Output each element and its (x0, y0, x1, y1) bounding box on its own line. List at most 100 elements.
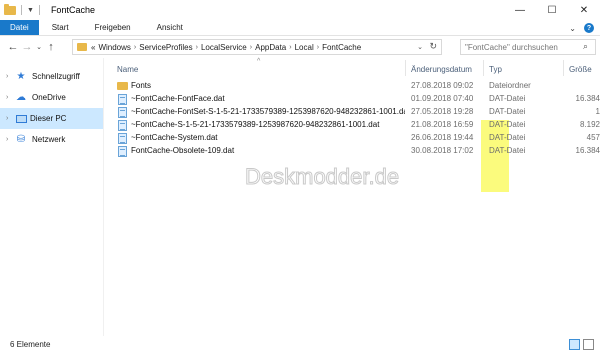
chevron-right-icon[interactable]: › (6, 136, 14, 143)
sidebar-item-label: Schnellzugriff (32, 72, 80, 81)
file-icon (118, 146, 127, 157)
title-bar: ▼ FontCache — ☐ ✕ (0, 0, 600, 20)
ribbon-tabs: Datei Start Freigeben Ansicht ⌄ ? (0, 20, 600, 36)
window-controls: — ☐ ✕ (504, 0, 600, 20)
chevron-down-icon[interactable]: ⌄ (569, 24, 576, 33)
breadcrumb-localservice[interactable]: LocalService (201, 43, 247, 52)
breadcrumb-appdata[interactable]: AppData (255, 43, 286, 52)
file-size: 8.192 (579, 120, 600, 129)
folder-icon (4, 3, 16, 15)
back-arrow-icon[interactable]: ← (6, 41, 20, 53)
tab-datei[interactable]: Datei (0, 20, 39, 35)
sidebar-item-onedrive[interactable]: › ☁ OneDrive (0, 87, 103, 108)
table-row[interactable]: FontCache-Obsolete-109.dat 30.08.2018 17… (105, 145, 600, 157)
up-arrow-icon[interactable]: ↑ (44, 41, 58, 53)
help-icon[interactable]: ? (584, 23, 594, 33)
table-row[interactable]: ~FontCache-FontSet-S-1-5-21-1733579389-1… (105, 106, 600, 118)
tab-ansicht[interactable]: Ansicht (144, 20, 196, 35)
file-date: 21.08.2018 16:59 (411, 120, 474, 129)
column-divider[interactable] (563, 60, 564, 76)
divider (38, 5, 40, 15)
sidebar-item-label: OneDrive (32, 93, 66, 102)
file-type: Dateiordner (489, 81, 531, 90)
file-list: ^ Name Änderungsdatum Typ Größe Fonts 27… (105, 58, 600, 336)
file-name: ~FontCache-FontSet-S-1-5-21-1733579389-1… (131, 107, 405, 116)
file-name: Fonts (131, 81, 152, 90)
file-icon (118, 94, 127, 105)
sidebar-item-label: Netzwerk (32, 135, 66, 144)
navigation-bar: ← → ⌄ ↑ « Windows › ServiceProfiles › Lo… (0, 36, 600, 58)
close-button[interactable]: ✕ (568, 0, 600, 20)
recent-locations-chevron-icon[interactable]: ⌄ (34, 43, 44, 51)
breadcrumb-separator[interactable]: › (196, 44, 198, 51)
table-row[interactable]: ~FontCache-FontFace.dat 01.09.2018 07:40… (105, 93, 600, 105)
chevron-down-icon[interactable]: ⌄ (417, 43, 423, 51)
star-icon: ★ (16, 71, 26, 82)
breadcrumb-serviceprofiles[interactable]: ServiceProfiles (139, 43, 192, 52)
column-header-size[interactable]: Größe (569, 62, 592, 76)
column-header-type[interactable]: Typ (489, 62, 502, 76)
file-name: ~FontCache-FontFace.dat (131, 94, 225, 103)
breadcrumb-separator[interactable]: › (289, 44, 291, 51)
sidebar-item-netzwerk[interactable]: › ⛁ Netzwerk (0, 129, 103, 150)
column-header-name[interactable]: Name (117, 62, 138, 76)
folder-icon (77, 43, 87, 51)
minimize-button[interactable]: — (504, 0, 536, 20)
search-input[interactable] (460, 39, 596, 55)
address-bar[interactable]: « Windows › ServiceProfiles › LocalServi… (72, 39, 442, 55)
file-type: DAT-Datei (489, 146, 526, 155)
tab-freigeben[interactable]: Freigeben (82, 20, 144, 35)
file-type: DAT-Datei (489, 94, 526, 103)
table-row[interactable]: ~FontCache-S-1-5-21-1733579389-125398762… (105, 119, 600, 131)
table-row[interactable]: ~FontCache-System.dat 26.06.2018 19:44 D… (105, 132, 600, 144)
breadcrumb-fontcache[interactable]: FontCache (322, 43, 361, 52)
network-icon: ⛁ (16, 134, 26, 145)
breadcrumb-separator[interactable]: › (250, 44, 252, 51)
sidebar-item-schnellzugriff[interactable]: › ★ Schnellzugriff (0, 66, 103, 87)
file-icon (118, 107, 127, 118)
maximize-button[interactable]: ☐ (536, 0, 568, 20)
file-date: 26.06.2018 19:44 (411, 133, 474, 142)
breadcrumb-windows[interactable]: Windows (98, 43, 130, 52)
chevron-right-icon[interactable]: › (6, 94, 14, 101)
breadcrumb-separator[interactable]: › (317, 44, 319, 51)
watermark: Deskmodder.de (244, 164, 400, 190)
column-divider[interactable] (483, 60, 484, 76)
file-size: 16.384 (575, 94, 600, 103)
file-type: DAT-Datei (489, 107, 526, 116)
sidebar-item-dieser-pc[interactable]: › Dieser PC (0, 108, 103, 129)
column-header-date[interactable]: Änderungsdatum (411, 62, 472, 76)
chevron-right-icon[interactable]: › (6, 73, 14, 80)
breadcrumb-separator[interactable]: › (134, 44, 136, 51)
sidebar-item-label: Dieser PC (30, 114, 67, 123)
window-title: FontCache (50, 5, 95, 15)
file-icon (118, 133, 127, 144)
chevron-down-icon[interactable]: ▼ (27, 7, 34, 14)
chevron-right-icon[interactable]: › (6, 115, 14, 122)
file-size: 457 (586, 133, 600, 142)
file-date: 01.09.2018 07:40 (411, 94, 474, 103)
details-view-icon[interactable] (569, 339, 580, 350)
search-icon[interactable]: ⌕ (583, 41, 588, 52)
tab-start[interactable]: Start (39, 20, 82, 35)
file-date: 27.08.2018 09:02 (411, 81, 474, 90)
column-divider[interactable] (405, 60, 406, 76)
file-date: 27.05.2018 19:28 (411, 107, 474, 116)
file-type: DAT-Datei (489, 133, 526, 142)
cloud-icon: ☁ (16, 92, 26, 103)
view-switcher (569, 339, 594, 350)
breadcrumb-overflow[interactable]: « (91, 43, 95, 52)
file-size: 16.384 (575, 146, 600, 155)
file-name: ~FontCache-S-1-5-21-1733579389-125398762… (131, 120, 380, 129)
large-icons-view-icon[interactable] (583, 339, 594, 350)
forward-arrow-icon[interactable]: → (20, 41, 34, 53)
table-row[interactable]: Fonts 27.08.2018 09:02 Dateiordner (105, 80, 600, 92)
breadcrumb-local[interactable]: Local (295, 43, 314, 52)
item-count: 6 Elemente (10, 340, 51, 349)
computer-icon (16, 114, 27, 123)
navigation-pane: › ★ Schnellzugriff › ☁ OneDrive › Dieser… (0, 58, 104, 336)
refresh-icon[interactable]: ↻ (429, 41, 437, 52)
folder-icon (117, 82, 128, 90)
file-type: DAT-Datei (489, 120, 526, 129)
file-name: FontCache-Obsolete-109.dat (131, 146, 235, 155)
